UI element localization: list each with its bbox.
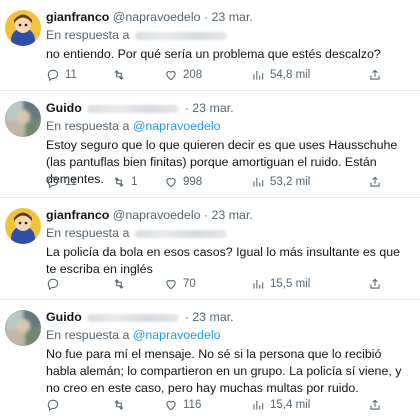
retweet-count: 1	[131, 176, 138, 188]
tweet-header: Guido · 23 mar.	[46, 309, 412, 325]
view-count: 15,4 mil	[270, 399, 311, 411]
views-button[interactable]: 15,5 mil	[251, 277, 310, 291]
tweet-3[interactable]: gianfranco @napravoedelo · 23 mar. En re…	[0, 198, 420, 300]
reply-button[interactable]	[46, 277, 65, 291]
display-name[interactable]: gianfranco	[46, 208, 109, 222]
like-count: 208	[183, 69, 203, 81]
speech-bubble-icon	[47, 176, 59, 189]
share-button[interactable]	[368, 175, 382, 189]
retweet-button[interactable]	[112, 398, 131, 412]
tweet-actions: 116 15,4 mil	[46, 398, 412, 414]
retweet-button[interactable]: 1	[112, 175, 137, 189]
display-name[interactable]: Guido	[46, 101, 82, 115]
heart-icon	[166, 280, 176, 290]
redacted-handle	[87, 313, 180, 322]
views-button[interactable]: 54,8 mil	[251, 68, 310, 82]
speech-bubble-icon	[47, 69, 59, 82]
view-count: 54,8 mil	[270, 69, 311, 81]
share-upload-icon	[370, 278, 380, 289]
reply-button[interactable]: 11	[46, 68, 77, 82]
like-button[interactable]: 70	[164, 277, 196, 291]
speech-bubble-icon	[47, 399, 59, 412]
retweet-arrows-icon	[114, 177, 124, 187]
tweet-text: no entiendo. Por qué sería un problema q…	[46, 47, 381, 61]
like-count: 116	[183, 399, 202, 411]
share-button[interactable]	[368, 277, 382, 291]
bar-chart-icon	[253, 400, 264, 410]
reply-context: En respuesta a @napravoedelo	[46, 327, 412, 344]
tweet-text: La policía da bola en esos casos? Igual …	[46, 245, 401, 276]
display-name[interactable]: gianfranco	[46, 10, 109, 24]
tweet-header: gianfranco @napravoedelo · 23 mar.	[46, 207, 412, 223]
avatar[interactable]	[5, 310, 41, 346]
avatar-illustration-icon	[5, 10, 41, 46]
tweet-date[interactable]: · 23 mar.	[185, 310, 234, 324]
heart-icon	[166, 401, 176, 411]
share-upload-icon	[370, 399, 380, 410]
tweet-1[interactable]: gianfranco @napravoedelo · 23 mar. En re…	[0, 0, 420, 91]
reply-context: En respuesta a	[46, 27, 412, 44]
reply-prefix: En respuesta a	[46, 328, 130, 342]
user-handle[interactable]: @napravoedelo	[113, 208, 201, 222]
redacted-handle	[134, 229, 227, 238]
views-button[interactable]: 53,2 mil	[251, 175, 310, 189]
avatar-illustration-icon	[5, 208, 41, 244]
avatar[interactable]	[5, 10, 41, 46]
share-upload-icon	[370, 176, 380, 187]
retweet-arrows-icon	[114, 279, 124, 289]
bar-chart-icon	[253, 177, 264, 187]
like-button[interactable]: 116	[164, 398, 201, 412]
reply-button[interactable]: 11	[46, 175, 77, 189]
like-button[interactable]: 998	[164, 175, 202, 189]
retweet-button[interactable]	[112, 68, 131, 82]
avatar-blurred-photo-icon	[5, 101, 41, 137]
reply-prefix: En respuesta a	[46, 119, 130, 133]
like-count: 998	[183, 176, 203, 188]
reply-context: En respuesta a @napravoedelo	[46, 118, 412, 135]
tweet-header: Guido · 23 mar.	[46, 100, 412, 116]
avatar[interactable]	[5, 208, 41, 244]
tweet-4[interactable]: Guido · 23 mar. En respuesta a @napravoe…	[0, 300, 420, 420]
share-upload-icon	[370, 69, 380, 80]
retweet-button[interactable]	[112, 277, 131, 291]
tweet-date[interactable]: · 23 mar.	[204, 10, 253, 24]
tweet-actions: 11 1 998 53,2 mil	[46, 175, 412, 191]
display-name[interactable]: Guido	[46, 310, 82, 324]
speech-bubble-icon	[47, 278, 59, 291]
retweet-arrows-icon	[114, 400, 124, 410]
like-button[interactable]: 208	[164, 68, 202, 82]
views-button[interactable]: 15,4 mil	[251, 398, 310, 412]
avatar-blurred-photo-icon	[5, 310, 41, 346]
view-count: 53,2 mil	[270, 176, 311, 188]
tweet-date[interactable]: · 23 mar.	[204, 208, 253, 222]
retweet-arrows-icon	[114, 70, 124, 80]
user-handle[interactable]: @napravoedelo	[113, 10, 201, 24]
share-button[interactable]	[368, 398, 382, 412]
reply-prefix: En respuesta a	[46, 226, 130, 240]
avatar[interactable]	[5, 101, 41, 137]
share-button[interactable]	[368, 68, 382, 82]
bar-chart-icon	[253, 70, 264, 80]
redacted-handle	[87, 104, 180, 113]
bar-chart-icon	[253, 279, 264, 289]
reply-count: 11	[65, 176, 77, 188]
tweet-2[interactable]: Guido · 23 mar. En respuesta a @napravoe…	[0, 91, 420, 198]
reply-mention-link[interactable]: @napravoedelo	[133, 119, 221, 133]
tweet-thread: gianfranco @napravoedelo · 23 mar. En re…	[0, 0, 420, 420]
tweet-text: No fue para mí el mensaje. No sé si la p…	[46, 347, 402, 395]
heart-icon	[166, 178, 176, 188]
reply-count: 11	[65, 69, 77, 81]
tweet-header: gianfranco @napravoedelo · 23 mar.	[46, 9, 412, 25]
reply-context: En respuesta a	[46, 225, 412, 242]
view-count: 15,5 mil	[270, 278, 311, 290]
reply-button[interactable]	[46, 398, 65, 412]
tweet-date[interactable]: · 23 mar.	[185, 101, 234, 115]
reply-mention-link[interactable]: @napravoedelo	[133, 328, 221, 342]
tweet-actions: 11 208 54,8 mil	[46, 68, 412, 84]
heart-icon	[166, 71, 176, 81]
reply-prefix: En respuesta a	[46, 28, 130, 42]
redacted-handle	[134, 31, 227, 40]
tweet-actions: 70 15,5 mil	[46, 277, 412, 293]
like-count: 70	[183, 278, 196, 290]
